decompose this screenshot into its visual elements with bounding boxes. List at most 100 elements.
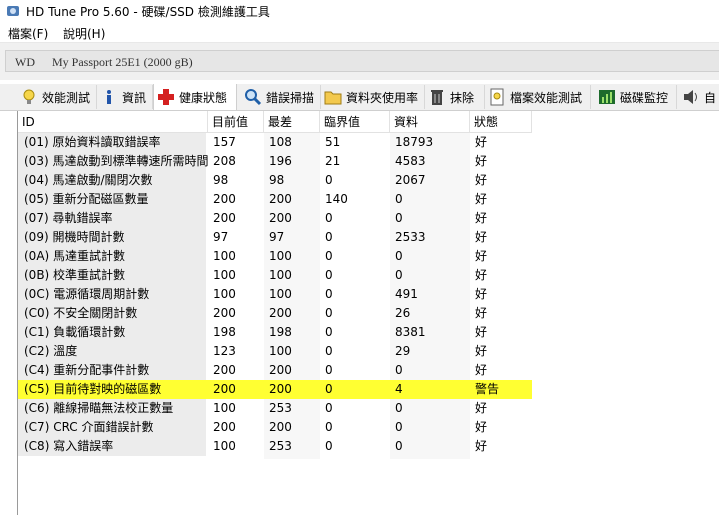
table-row[interactable]: (C5) 目前待對映的磁區數 200 200 0 4 警告 xyxy=(18,380,532,399)
table-row[interactable]: (C8) 寫入錯誤率 100 253 0 0 好 xyxy=(18,437,532,456)
attribute-id-cell: (04) 馬達啟動/關閉次數 xyxy=(18,171,206,190)
worst-cell: 100 xyxy=(269,268,292,282)
table-row[interactable]: (09) 開機時間計數 97 97 0 2533 好 xyxy=(18,228,532,247)
tab-bar: 效能測試 資訊 健康狀態 錯誤掃描 資料夾使用率 抹除 檔案效能測試 磁碟監控 … xyxy=(0,84,719,111)
folder-icon xyxy=(324,88,342,106)
table-row[interactable]: (05) 重新分配磁區數量 200 200 140 0 好 xyxy=(18,190,532,209)
table-row[interactable]: (07) 尋軌錯誤率 200 200 0 0 好 xyxy=(18,209,532,228)
threshold-cell: 0 xyxy=(325,420,333,434)
table-row[interactable]: (0C) 電源循環周期計數 100 100 0 491 好 xyxy=(18,285,532,304)
table-row[interactable]: (C2) 溫度 123 100 0 29 好 xyxy=(18,342,532,361)
col-header-data[interactable]: 資料 xyxy=(390,111,470,133)
file-benchmark-icon xyxy=(488,88,506,106)
tab-folder-usage-label: 資料夾使用率 xyxy=(346,90,419,105)
table-row[interactable]: (04) 馬達啟動/關閉次數 98 98 0 2067 好 xyxy=(18,171,532,190)
status-cell: 好 xyxy=(475,192,488,206)
worst-cell: 200 xyxy=(269,420,292,434)
menu-file[interactable]: 檔案(F) xyxy=(8,25,48,42)
data-cell: 8381 xyxy=(395,325,426,339)
current-cell: 100 xyxy=(213,268,236,282)
worst-cell: 200 xyxy=(269,382,292,396)
threshold-cell: 0 xyxy=(325,287,333,301)
drive-model: My Passport 25E1 (2000 gB) xyxy=(52,55,193,69)
status-cell: 好 xyxy=(475,211,488,225)
threshold-cell: 0 xyxy=(325,325,333,339)
attribute-id-cell: (C8) 寫入錯誤率 xyxy=(18,437,206,456)
data-cell: 4583 xyxy=(395,154,426,168)
table-row[interactable]: (C7) CRC 介面錯誤計數 200 200 0 0 好 xyxy=(18,418,532,437)
threshold-cell: 51 xyxy=(325,135,341,149)
menu-help[interactable]: 說明(H) xyxy=(63,25,105,42)
current-cell: 200 xyxy=(213,211,236,225)
attribute-id-cell: (C5) 目前待對映的磁區數 xyxy=(18,380,206,399)
status-cell: 警告 xyxy=(475,382,500,396)
data-cell: 4 xyxy=(395,382,403,396)
tab-auto[interactable]: 自 xyxy=(679,85,719,109)
col-header-current[interactable]: 目前值 xyxy=(208,111,264,133)
data-cell: 0 xyxy=(395,249,403,263)
current-cell: 97 xyxy=(213,230,229,244)
data-cell: 0 xyxy=(395,439,403,453)
current-cell: 200 xyxy=(213,306,236,320)
attribute-id-cell: (01) 原始資料讀取錯誤率 xyxy=(18,133,206,152)
data-cell: 2533 xyxy=(395,230,426,244)
worst-cell: 253 xyxy=(269,401,292,415)
data-cell: 2067 xyxy=(395,173,426,187)
status-cell: 好 xyxy=(475,401,488,415)
tab-folder-usage[interactable]: 資料夾使用率 xyxy=(321,85,425,109)
status-cell: 好 xyxy=(475,363,488,377)
current-cell: 100 xyxy=(213,439,236,453)
health-cross-icon xyxy=(157,88,175,106)
col-header-worst[interactable]: 最差 xyxy=(264,111,320,133)
table-row[interactable]: (0B) 校準重試計數 100 100 0 0 好 xyxy=(18,266,532,285)
tab-health[interactable]: 健康狀態 xyxy=(153,84,237,110)
status-cell: 好 xyxy=(475,439,488,453)
status-cell: 好 xyxy=(475,287,488,301)
worst-cell: 198 xyxy=(269,325,292,339)
tab-disk-monitor[interactable]: 磁碟監控 xyxy=(595,85,677,109)
tab-file-benchmark[interactable]: 檔案效能測試 xyxy=(485,85,591,109)
col-header-status[interactable]: 狀態 xyxy=(470,111,532,133)
current-cell: 98 xyxy=(213,173,229,187)
col-header-threshold[interactable]: 臨界值 xyxy=(320,111,390,133)
title-bar: HD Tune Pro 5.60 - 硬碟/SSD 檢測維護工具 xyxy=(0,0,719,22)
tab-benchmark[interactable]: 效能測試 xyxy=(17,85,97,109)
table-row[interactable]: (C1) 負載循環計數 198 198 0 8381 好 xyxy=(18,323,532,342)
table-row[interactable]: (C0) 不安全關閉計數 200 200 0 26 好 xyxy=(18,304,532,323)
drive-select[interactable]: WD My Passport 25E1 (2000 gB) xyxy=(5,50,719,72)
attribute-id-cell: (0A) 馬達重試計數 xyxy=(18,247,206,266)
threshold-cell: 21 xyxy=(325,154,341,168)
attribute-id-cell: (C7) CRC 介面錯誤計數 xyxy=(18,418,206,437)
data-cell: 26 xyxy=(395,306,411,320)
attribute-id-cell: (C1) 負載循環計數 xyxy=(18,323,206,342)
attribute-id-cell: (0B) 校準重試計數 xyxy=(18,266,206,285)
table-row[interactable]: (C6) 離線掃瞄無法校正數量 100 253 0 0 好 xyxy=(18,399,532,418)
attribute-id-cell: (C2) 溫度 xyxy=(18,342,206,361)
table-row[interactable]: (C4) 重新分配事件計數 200 200 0 0 好 xyxy=(18,361,532,380)
tab-erase[interactable]: 抹除 xyxy=(425,85,485,109)
status-cell: 好 xyxy=(475,344,488,358)
table-row[interactable]: (01) 原始資料讀取錯誤率 157 108 51 18793 好 xyxy=(18,133,532,152)
smart-table: ID 目前值 最差 臨界值 資料 狀態 (01) 原始資料讀取錯誤率 157 108… xyxy=(17,111,719,515)
tab-info[interactable]: 資訊 xyxy=(97,85,153,109)
threshold-cell: 0 xyxy=(325,268,333,282)
table-row[interactable]: (03) 馬達啟動到標準轉速所需時間 208 196 21 4583 好 xyxy=(18,152,532,171)
attribute-id-cell: (C4) 重新分配事件計數 xyxy=(18,361,206,380)
threshold-cell: 0 xyxy=(325,173,333,187)
disk-monitor-icon xyxy=(598,88,616,106)
current-cell: 100 xyxy=(213,401,236,415)
attribute-id-cell: (03) 馬達啟動到標準轉速所需時間 xyxy=(18,152,208,171)
data-cell: 0 xyxy=(395,211,403,225)
col-header-id[interactable]: ID xyxy=(18,111,208,133)
current-cell: 200 xyxy=(213,363,236,377)
worst-cell: 253 xyxy=(269,439,292,453)
threshold-cell: 0 xyxy=(325,306,333,320)
current-cell: 200 xyxy=(213,420,236,434)
worst-cell: 200 xyxy=(269,192,292,206)
status-cell: 好 xyxy=(475,173,488,187)
data-cell: 29 xyxy=(395,344,411,358)
worst-cell: 100 xyxy=(269,287,292,301)
table-row[interactable]: (0A) 馬達重試計數 100 100 0 0 好 xyxy=(18,247,532,266)
tab-error-scan[interactable]: 錯誤掃描 xyxy=(241,85,321,109)
drive-bar: WD My Passport 25E1 (2000 gB) xyxy=(0,43,719,80)
